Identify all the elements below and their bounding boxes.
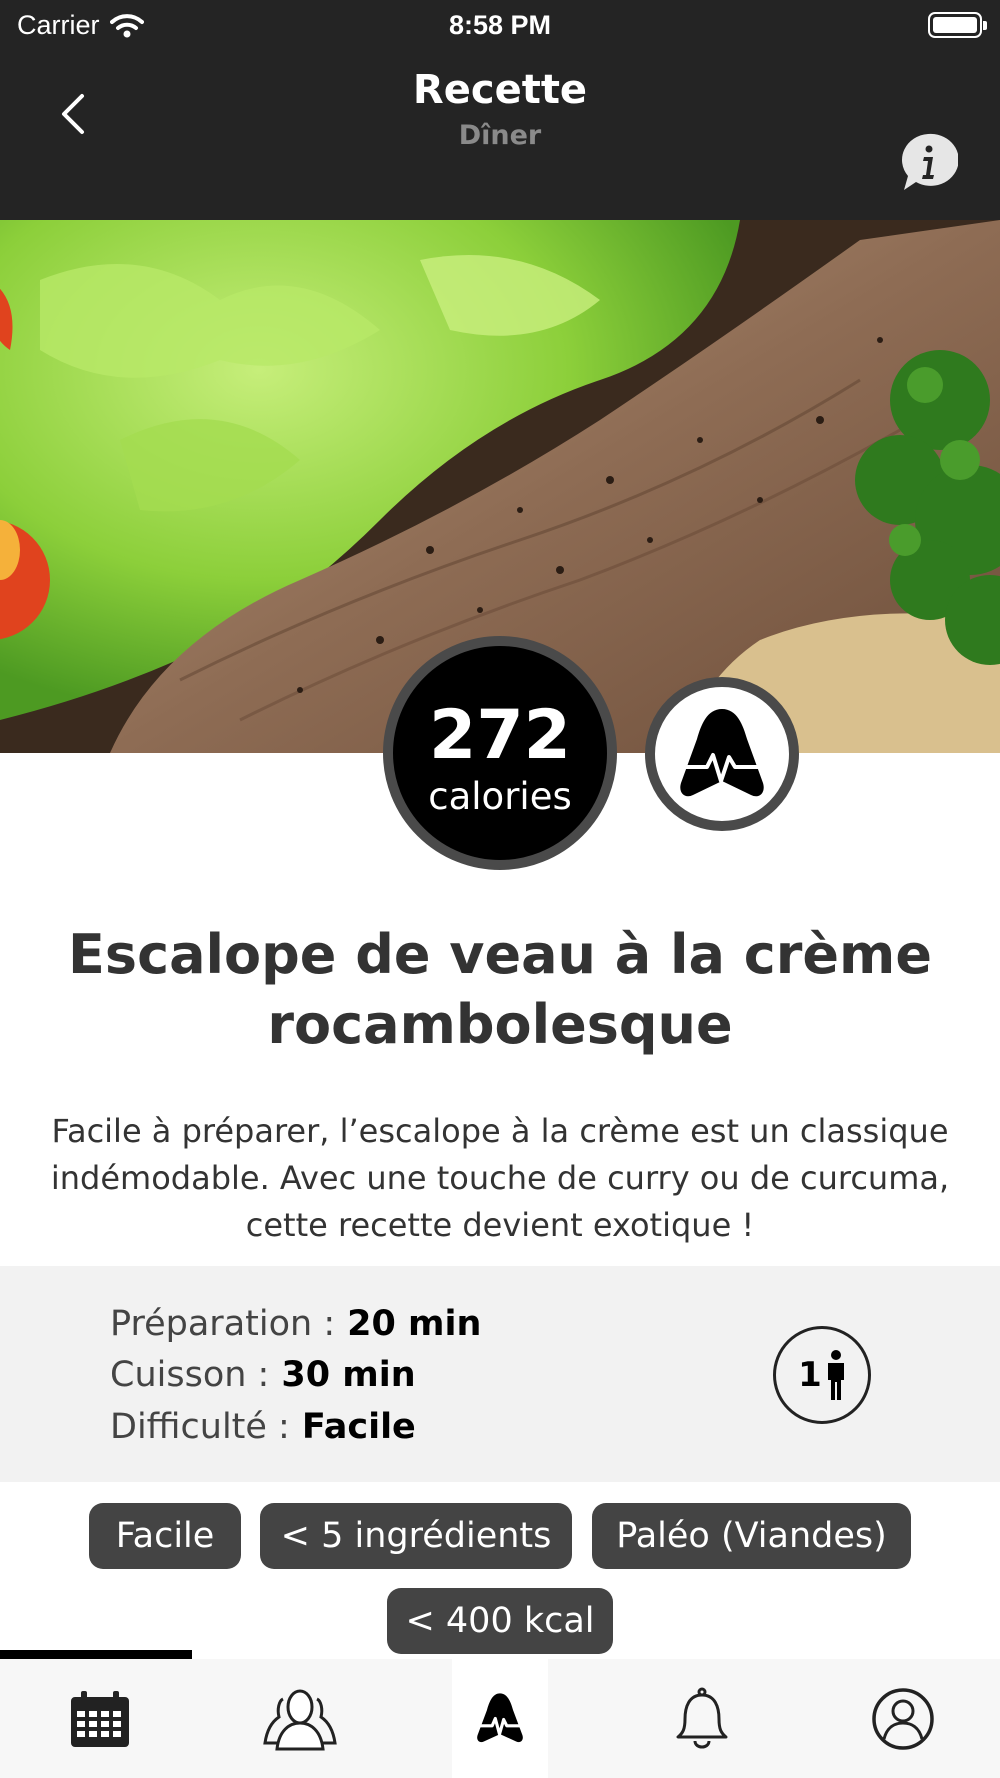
community-icon <box>263 1689 337 1750</box>
tag-diet[interactable]: Paléo (Viandes) <box>592 1503 911 1569</box>
difficulty-label: Difficulté : <box>110 1407 290 1447</box>
brand-badge[interactable] <box>645 677 799 831</box>
recipe-description: Facile à préparer, l’escalope à la crème… <box>50 1112 950 1244</box>
tab-calendar[interactable] <box>0 1659 200 1778</box>
tag-calories[interactable]: < 400 kcal <box>387 1588 613 1654</box>
tab-bar <box>0 1659 1000 1778</box>
tag-ingredients[interactable]: < 5 ingrédients <box>260 1503 572 1569</box>
tab-profile[interactable] <box>803 1659 1000 1778</box>
info-icon[interactable] <box>898 132 958 192</box>
servings-count: 1 <box>798 1355 822 1395</box>
status-bar: Carrier 8:58 PM <box>0 0 1000 50</box>
bell-icon <box>676 1687 728 1748</box>
preparation-label: Préparation : <box>110 1304 336 1344</box>
page-subtitle: Dîner <box>458 120 542 151</box>
calendar-icon <box>71 1690 129 1747</box>
battery-icon <box>928 12 987 38</box>
cooking-label: Cuisson : <box>110 1355 270 1395</box>
calories-value: 272 <box>429 696 571 775</box>
person-icon <box>827 1350 844 1400</box>
brand-logo-icon <box>477 1692 523 1742</box>
scroll-progress-indicator <box>0 1650 192 1659</box>
tab-home[interactable] <box>452 1659 548 1778</box>
tag-difficulty[interactable]: Facile <box>89 1503 241 1569</box>
servings-badge[interactable]: 1 <box>773 1326 871 1424</box>
status-time: 8:58 PM <box>448 10 552 40</box>
difficulty-value: Facile <box>301 1407 416 1447</box>
brand-logo-icon <box>680 709 764 797</box>
recipe-title: Escalope de veau à la crème rocambolesqu… <box>68 923 932 1056</box>
calories-badge: 272 calories <box>383 636 617 870</box>
difficulty-row: Difficulté : Facile <box>110 1410 416 1445</box>
page-title: Recette <box>412 67 588 113</box>
cooking-row: Cuisson : 30 min <box>110 1358 416 1393</box>
calories-label: calories <box>428 775 572 818</box>
profile-icon <box>872 1687 934 1750</box>
preparation-value: 20 min <box>347 1304 482 1344</box>
tab-notifications[interactable] <box>602 1659 802 1778</box>
cooking-value: 30 min <box>281 1355 416 1395</box>
preparation-row: Préparation : 20 min <box>110 1307 481 1342</box>
tab-community[interactable] <box>200 1659 400 1778</box>
